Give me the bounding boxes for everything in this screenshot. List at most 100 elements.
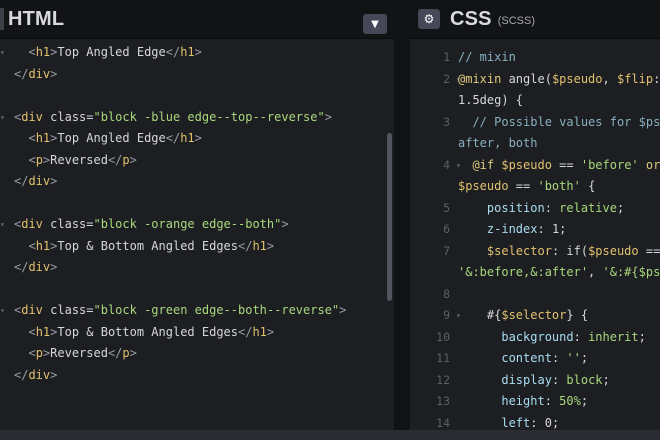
code-token: Top & Bottom Angled Edges	[57, 324, 238, 339]
code-text: // Possible values for $ps	[458, 112, 660, 134]
code-line: </div>	[0, 257, 394, 279]
code-line: 12 display: block;	[410, 370, 660, 392]
code-token: #{	[458, 308, 502, 322]
code-text: @mixin angle($pseudo, $flip:	[458, 69, 660, 91]
code-line: 6 z-index: 1;	[410, 219, 660, 241]
code-token: :	[573, 329, 589, 344]
code-token: block	[566, 372, 603, 387]
code-line: 4 ▾ @if $pseudo == 'before' or	[410, 155, 660, 177]
css-code-editor[interactable]: 1// mixin 2 ▾ @mixin angle($pseudo, $flip: …	[410, 39, 660, 430]
code-token: background	[501, 329, 574, 344]
code-line: 5 position: relative;	[410, 198, 660, 220]
code-token: {	[580, 179, 596, 193]
code-token: ;	[580, 351, 589, 365]
html-editor-scrollbar[interactable]	[387, 133, 392, 301]
code-token: div	[21, 217, 51, 231]
code-token: </	[238, 238, 253, 253]
line-number: 12	[436, 372, 450, 387]
code-text: z-index: 1;	[458, 219, 567, 241]
code-token: p	[35, 152, 43, 167]
code-line: <p>Reversed</p>	[0, 343, 394, 365]
code-token: :	[551, 372, 567, 387]
collapse-button[interactable]: ▼	[363, 14, 387, 34]
code-token: ,	[588, 265, 603, 279]
code-token: h1	[252, 324, 267, 339]
code-token: >	[194, 45, 202, 59]
line-number: 14	[436, 415, 450, 430]
code-line: <h1>Top Angled Edge</h1>	[0, 128, 394, 150]
code-token: after, both	[458, 136, 538, 150]
code-token: </	[107, 152, 123, 167]
drag-handle[interactable]	[0, 8, 4, 30]
code-token: ;	[616, 200, 625, 215]
code-token: :	[530, 415, 545, 430]
code-text: 1.5deg) {	[458, 90, 523, 112]
html-editor-panel: HTML ▼ ▾ <h1>Top Angled Edge</h1> </div> ▾…	[0, 0, 394, 440]
code-token: $pseudo	[551, 71, 603, 86]
code-token: ;	[638, 329, 646, 344]
code-token: ;	[551, 415, 560, 430]
code-text: </div>	[14, 365, 57, 387]
code-token: height	[501, 394, 545, 408]
code-token: Reversed	[50, 152, 108, 167]
line-number: 7	[443, 243, 450, 258]
code-text: // mixin	[458, 47, 516, 69]
code-text: $pseudo == 'both' {	[458, 176, 595, 198]
code-token: ==	[638, 243, 660, 258]
fold-arrow-icon[interactable]: ▾	[0, 42, 8, 64]
bottom-resize-bar[interactable]	[0, 430, 660, 440]
code-token: :	[653, 71, 660, 86]
code-token: h1	[35, 238, 51, 253]
code-line: ▾ <h1>Top Angled Edge</h1>	[0, 42, 394, 64]
fold-arrow-icon[interactable]: ▾	[0, 214, 8, 236]
code-line: ▾ <div class="block -green edge--both--re…	[0, 300, 394, 322]
code-line: </div>	[0, 64, 394, 86]
code-line: <h1>Top & Bottom Angled Edges</h1>	[0, 322, 394, 344]
code-text: background: inherit;	[458, 327, 646, 349]
code-token: '&:#{$ps	[602, 265, 660, 279]
line-number: 9	[443, 308, 450, 322]
code-token: Top Angled Edge	[57, 131, 166, 145]
code-token: "block -green edge--both--reverse"	[93, 303, 340, 317]
fold-arrow-icon[interactable]: ▾	[0, 300, 8, 322]
css-settings-button[interactable]: ⚙	[418, 9, 440, 29]
line-number: 11	[436, 351, 450, 365]
code-token: or	[638, 157, 660, 172]
html-code-editor[interactable]: ▾ <h1>Top Angled Edge</h1> </div> ▾ <div cl…	[0, 39, 394, 430]
code-line: 10 background: inherit;	[410, 327, 660, 349]
css-panel-header: ⚙ CSS (SCSS)	[410, 0, 660, 39]
code-token: :	[551, 351, 567, 365]
code-line: ▾ <div class="block -orange edge--both">	[0, 214, 394, 236]
line-number: 10	[436, 329, 450, 344]
fold-arrow-icon[interactable]: ▾	[0, 107, 8, 129]
code-token: <	[28, 152, 36, 167]
code-token: </	[165, 131, 181, 145]
code-token: p	[122, 152, 130, 167]
code-token: ;	[559, 222, 567, 236]
code-token: h1	[35, 131, 51, 145]
code-token: h1	[180, 45, 195, 59]
line-number: 5	[443, 200, 450, 215]
panel-resize-gutter[interactable]	[394, 0, 410, 440]
code-text: height: 50%;	[458, 391, 588, 413]
code-token: ;	[602, 372, 610, 387]
gear-icon: ⚙	[423, 12, 435, 26]
code-token: z-index	[486, 222, 538, 236]
code-text: <h1>Top & Bottom Angled Edges</h1>	[14, 322, 274, 344]
code-token: </	[14, 66, 29, 81]
code-line: <h1>Top & Bottom Angled Edges</h1>	[0, 236, 394, 258]
code-text: <h1>Top & Bottom Angled Edges</h1>	[14, 236, 274, 258]
code-text: <p>Reversed</p>	[14, 150, 136, 172]
code-text: @if $pseudo == 'before' or	[458, 155, 660, 177]
code-token: <	[28, 238, 36, 253]
code-token: div	[28, 66, 51, 81]
code-token: ,	[602, 71, 617, 86]
code-line: 2 ▾ @mixin angle($pseudo, $flip:	[410, 69, 660, 91]
